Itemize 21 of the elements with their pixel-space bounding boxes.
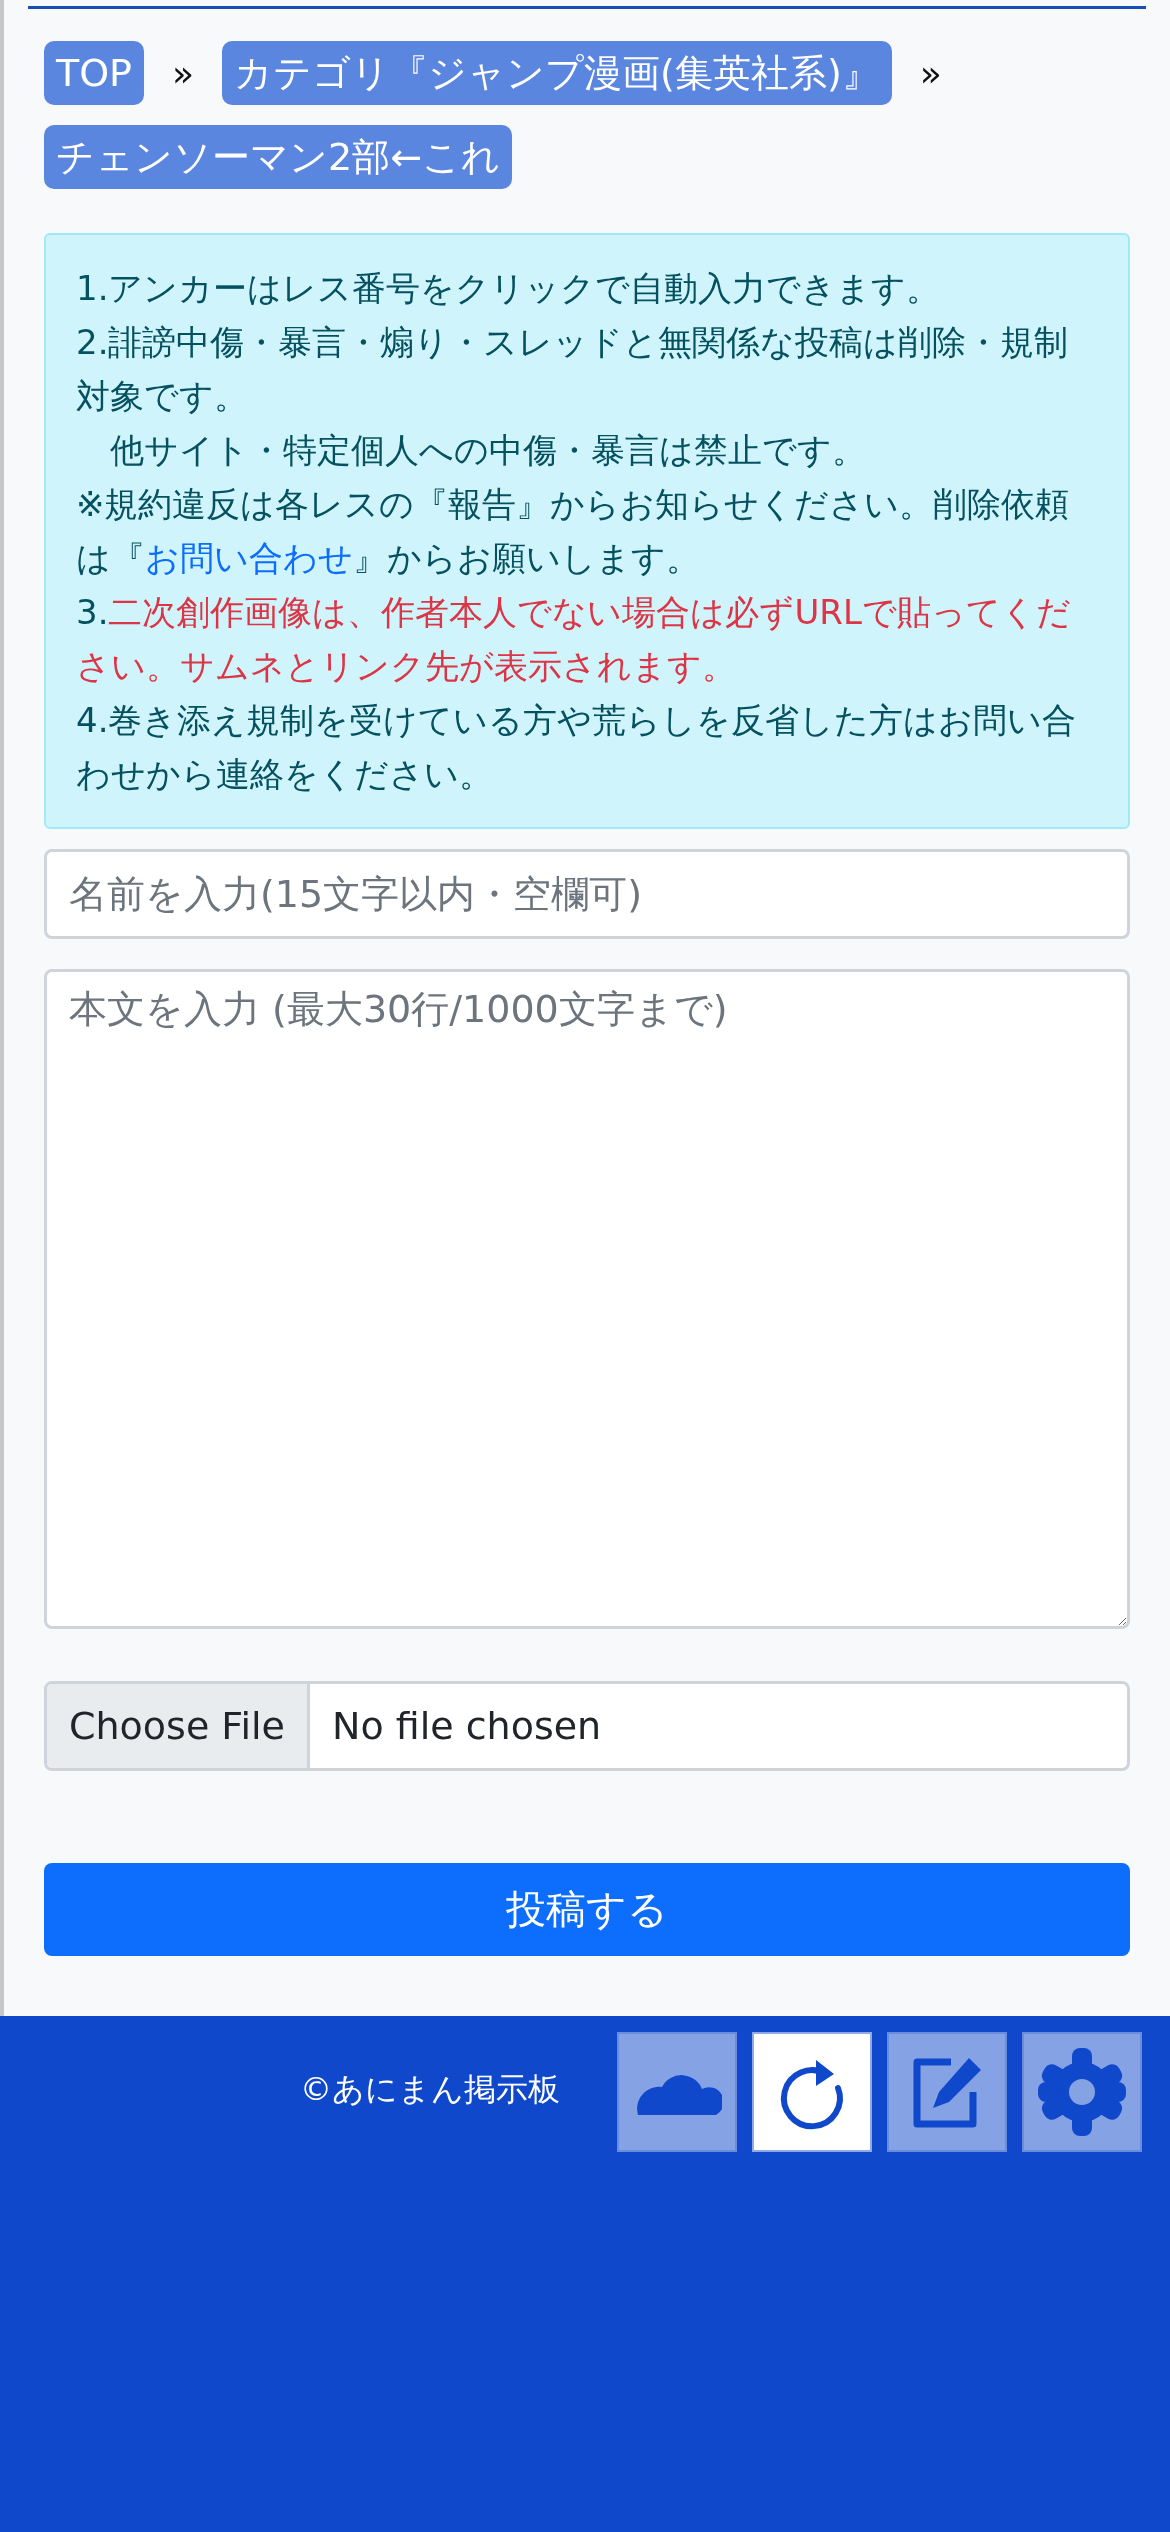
contact-link[interactable]: お問い合わせ (145, 538, 353, 578)
cloud-button[interactable] (617, 2032, 737, 2152)
refresh-button[interactable] (752, 2032, 872, 2152)
breadcrumb-link[interactable]: TOP (44, 41, 145, 105)
notice-text: ※規約違反は各レスの『報告』からお知らせください。削除依頼は『お問い合わせ』からお願いします。 (76, 483, 1071, 580)
submit-button[interactable]: 投稿する (44, 1863, 1130, 1956)
breadcrumb-separator: » (172, 52, 195, 94)
edit-button[interactable] (887, 2032, 1007, 2152)
notice-text: 3.二次創作画像は、作者本人でない場合は必ずURLで貼ってください。サムネとリンク先が表示されます。 (76, 591, 1072, 688)
notice-text: 1.アンカーはレス番号をクリックで自動入力できます。 (76, 267, 942, 310)
breadcrumb-link[interactable]: チェンソーマン2部←これ (44, 125, 513, 189)
breadcrumb-separator: » (919, 52, 942, 94)
copyright-text: ©あにまん掲示板 (300, 2069, 560, 2110)
body-field[interactable]: 本文を入力 (最大30行/1000文字まで) (44, 969, 1130, 1629)
file-input[interactable]: Choose File No file chosen (44, 1681, 1130, 1771)
notice-text: 他サイト・特定個人への中傷・暴言は禁止です。 (109, 429, 867, 472)
breadcrumb-link[interactable]: カテゴリ『ジャンプ漫画(集英社系)』 (222, 41, 892, 105)
notice-text: 4.巻き添え規制を受けている方や荒らしを反省した方はお問い合わせから連絡をください。 (76, 699, 1078, 796)
settings-button[interactable] (1022, 2032, 1142, 2152)
notice-text: 2.誹謗中傷・暴言・煽り・スレッドと無関係な投稿は削除・規制対象です。 (76, 321, 1070, 418)
name-field[interactable]: 名前を入力(15文字以内・空欄可) (44, 849, 1130, 939)
